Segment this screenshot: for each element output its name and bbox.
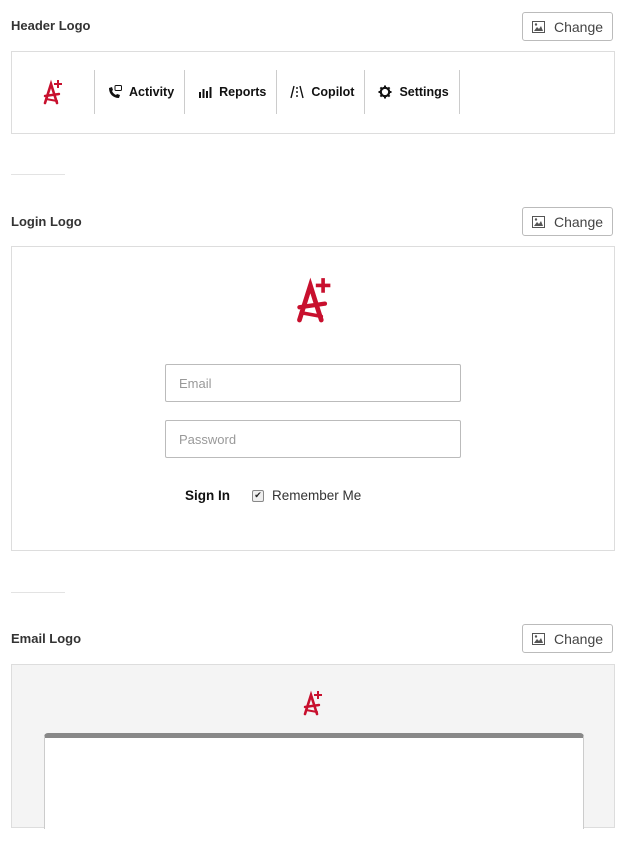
nav-item-label: Activity (129, 85, 175, 99)
change-button-label: Change (553, 18, 604, 35)
image-icon (531, 20, 545, 33)
nav-item-label: Settings (399, 85, 449, 99)
nav-item-settings[interactable]: Settings (365, 70, 460, 114)
nav-item-reports[interactable]: Reports (185, 70, 278, 114)
gear-icon (378, 85, 392, 99)
phone-chat-icon (109, 85, 122, 98)
bar-chart-icon (199, 87, 212, 98)
a-plus-logo-icon (297, 277, 331, 323)
email-field[interactable]: Email (165, 364, 461, 402)
nav-item-activity[interactable]: Activity (95, 70, 186, 114)
email-logo-title: Email Logo (11, 631, 82, 646)
remember-me-label: Remember Me (272, 488, 362, 503)
nav-item-label: Reports (219, 85, 267, 99)
image-icon (531, 215, 545, 228)
image-icon (531, 632, 545, 645)
email-body-card (44, 733, 584, 829)
remember-me-checkbox[interactable]: ✔ (252, 489, 264, 502)
login-logo-change-button[interactable]: Change (522, 207, 613, 236)
email-logo-change-button[interactable]: Change (522, 624, 613, 653)
a-plus-logo-icon (303, 690, 322, 716)
change-button-label: Change (553, 213, 604, 230)
sign-in-button[interactable]: Sign In (185, 488, 230, 503)
a-plus-logo-icon (43, 79, 62, 105)
header-logo-title: Header Logo (11, 18, 91, 33)
section-divider (11, 174, 65, 175)
section-divider (11, 592, 65, 593)
road-icon (290, 85, 305, 99)
header-logo-preview: Activity Reports Copilot Settings (11, 51, 615, 134)
login-logo-title: Login Logo (11, 214, 82, 229)
login-logo-preview: Email Password Sign In ✔ Remember Me (11, 246, 615, 551)
nav-item-copilot[interactable]: Copilot (277, 70, 366, 114)
header-nav: Activity Reports Copilot Settings (12, 70, 460, 114)
password-field[interactable]: Password (165, 420, 461, 458)
email-logo-preview (11, 664, 615, 829)
header-logo-change-button[interactable]: Change (522, 12, 613, 41)
header-a-plus-logo (12, 70, 95, 114)
nav-item-label: Copilot (311, 85, 355, 99)
change-button-label: Change (553, 630, 604, 647)
remember-me: ✔ Remember Me (252, 488, 361, 503)
